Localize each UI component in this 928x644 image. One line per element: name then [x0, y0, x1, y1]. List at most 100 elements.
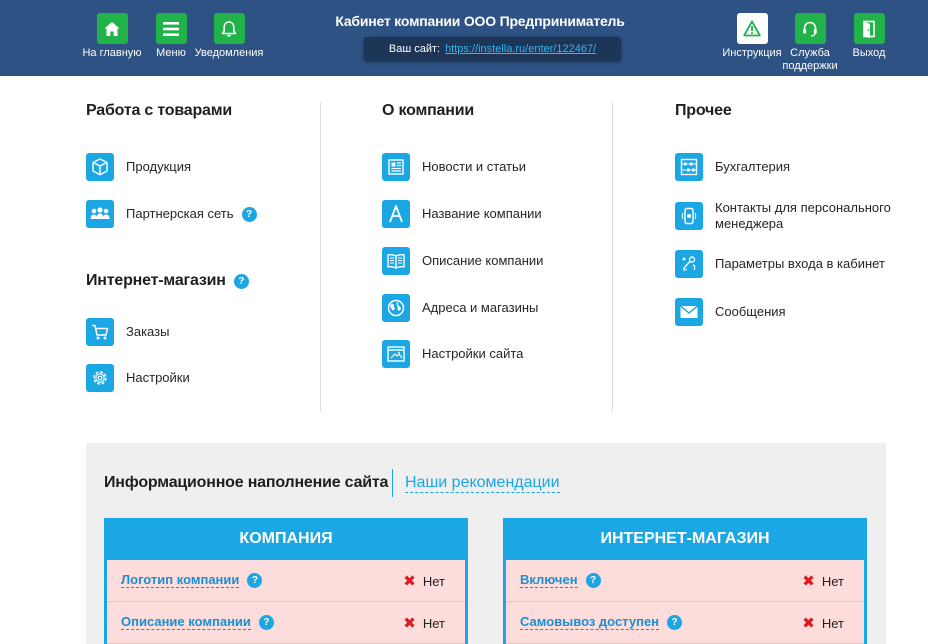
menu-item-company-name[interactable]: Название компании [382, 200, 542, 228]
headset-icon [794, 13, 826, 44]
table-row: Описание компании ? ✖ Нет [107, 602, 465, 644]
row-link-enabled[interactable]: Включен [520, 573, 578, 588]
menu-icon [155, 13, 187, 44]
card-title: ИНТЕРНЕТ-МАГАЗИН [600, 530, 770, 547]
menu-item-news[interactable]: Новости и статьи [382, 153, 526, 181]
menu-item-label: Название компании [422, 206, 542, 221]
book-icon [382, 247, 410, 275]
help-icon[interactable]: ? [247, 573, 263, 588]
warning-icon [736, 13, 768, 44]
menu-item-accounting[interactable]: Бухгалтерия [675, 153, 790, 181]
menu-item-label: Бухгалтерия [715, 159, 791, 174]
shop-title: Интернет-магазин [86, 272, 226, 289]
table-row: Включен ? ✖ Нет [506, 560, 864, 602]
status-text: Нет [422, 615, 445, 631]
table-row: Логотип компании ? ✖ Нет [107, 560, 465, 602]
support-label: Служба поддержки [782, 47, 838, 72]
column-goods: Работа с товарами Продукция Партнерская … [86, 102, 319, 411]
other-title: Прочее [675, 102, 732, 119]
cart-icon [86, 318, 114, 346]
help-icon[interactable]: ? [258, 615, 274, 630]
menu-item-label: Настройки сайта [422, 346, 524, 361]
site-url-box: Ваш сайт: https://instella.ru/enter/1224… [364, 37, 621, 61]
row-link-description[interactable]: Описание компании [121, 615, 251, 630]
site-window-icon [382, 340, 410, 368]
notifications-button[interactable]: Уведомления [194, 13, 264, 60]
menu-item-addresses[interactable]: Адреса и магазины [382, 294, 538, 322]
menu-item-label: Заказы [126, 324, 170, 339]
globe-icon [382, 294, 410, 322]
bell-icon [213, 13, 245, 44]
notifications-label: Уведомления [194, 47, 264, 59]
row-link-pickup[interactable]: Самовывоз доступен [520, 615, 660, 630]
exit-icon [853, 13, 885, 44]
status-text: Нет [422, 573, 445, 589]
status-cell: ✖ Нет [403, 560, 445, 602]
shop-card: ИНТЕРНЕТ-МАГАЗИН Включен ? ✖ Нет Самовыво… [503, 518, 867, 644]
site-label: Ваш сайт: [388, 43, 441, 55]
menu-item-label: Настройки [126, 370, 190, 385]
menu-item-label: Продукция [126, 159, 192, 174]
people-icon [86, 200, 114, 228]
goods-title: Работа с товарами [86, 102, 233, 119]
page-title: Кабинет компании ООО Предприниматель [335, 13, 625, 29]
status-text: Нет [821, 615, 844, 631]
status-cell: ✖ Нет [403, 602, 445, 644]
letter-a-icon [382, 200, 410, 228]
menu-item-label: Партнерская сеть [126, 206, 234, 221]
menu-item-label: Описание компании [422, 253, 544, 268]
key-icon [675, 250, 703, 278]
menu-item-products[interactable]: Продукция [86, 153, 191, 181]
help-icon[interactable]: ? [667, 615, 683, 630]
panel-title: Информационное наполнение сайта [104, 474, 389, 491]
company-title: О компании [382, 102, 474, 119]
company-heading: О компании [382, 102, 474, 120]
cross-icon: ✖ [802, 615, 815, 632]
table-row: Самовывоз доступен ? ✖ Нет [506, 602, 864, 644]
menu-item-partner-network[interactable]: Партнерская сеть ? [86, 200, 257, 228]
news-icon [382, 153, 410, 181]
menu-item-company-description[interactable]: Описание компании [382, 247, 543, 275]
company-card: КОМПАНИЯ Логотип компании ? ✖ Нет Описани… [104, 518, 468, 644]
envelope-icon [675, 298, 703, 326]
exit-label: Выход [852, 47, 886, 59]
site-url-link[interactable]: https://instella.ru/enter/122467/ [445, 43, 596, 55]
home-icon [96, 13, 128, 44]
cross-icon: ✖ [802, 573, 815, 590]
status-cell: ✖ Нет [802, 602, 844, 644]
menu-item-site-settings[interactable]: Настройки сайта [382, 340, 523, 368]
column-company: О компании Новости и статьи Название ком… [320, 102, 612, 411]
menu-item-manager-contacts[interactable]: Контакты для персонального менеджера [675, 200, 895, 232]
menu-item-label: Сообщения [715, 304, 786, 319]
menu-item-label: Новости и статьи [422, 159, 527, 174]
column-other: Прочее Бухгалтерия Контакты для персонал… [612, 102, 912, 411]
status-cell: ✖ Нет [802, 560, 844, 602]
site-content-panel: Информационное наполнение сайта Наши рек… [86, 443, 886, 644]
goods-heading: Работа с товарами [86, 102, 319, 120]
recommendations-link[interactable]: Наши рекомендации [405, 474, 560, 493]
status-text: Нет [821, 573, 844, 589]
shop-heading: Интернет-магазин? [86, 272, 249, 290]
menu-item-login-settings[interactable]: Параметры входа в кабинет [675, 250, 885, 278]
gear-icon [86, 364, 114, 392]
card-title: КОМПАНИЯ [239, 530, 333, 547]
cross-icon: ✖ [403, 573, 416, 590]
menu-item-orders[interactable]: Заказы [86, 318, 169, 346]
menu-item-label: Адреса и магазины [422, 300, 539, 315]
menu-item-label: Контакты для персонального менеджера [715, 200, 891, 231]
help-icon[interactable]: ? [585, 573, 601, 588]
menu-item-shop-settings[interactable]: Настройки [86, 364, 190, 392]
exit-button[interactable]: Выход [834, 13, 904, 60]
menu-item-label: Параметры входа в кабинет [715, 256, 885, 271]
divider [392, 469, 393, 497]
abacus-icon [675, 153, 703, 181]
phone-icon [675, 202, 703, 230]
help-icon[interactable]: ? [233, 273, 249, 289]
menu-item-messages[interactable]: Сообщения [675, 298, 786, 326]
help-icon[interactable]: ? [241, 206, 257, 222]
row-link-logo[interactable]: Логотип компании [121, 573, 240, 588]
other-heading: Прочее [675, 102, 732, 120]
top-header: На главную Меню Уведомления Кабинет комп… [0, 0, 928, 76]
box-icon [86, 153, 114, 181]
cross-icon: ✖ [403, 615, 416, 632]
